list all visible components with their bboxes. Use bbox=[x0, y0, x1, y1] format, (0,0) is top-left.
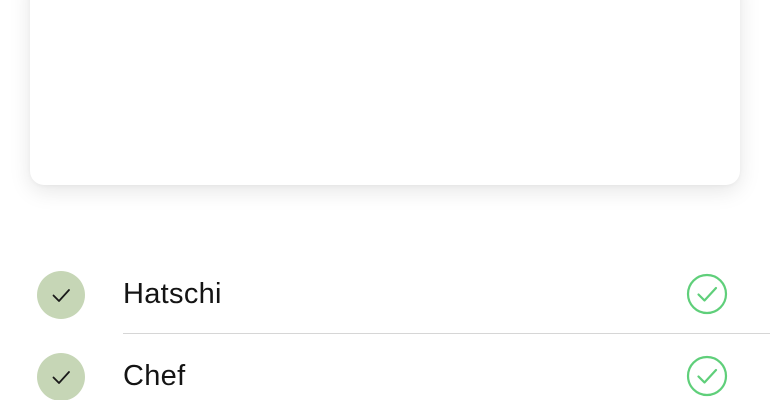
check-circle-icon bbox=[686, 355, 728, 397]
content-card bbox=[30, 0, 740, 185]
list-item[interactable]: Hatschi bbox=[0, 252, 770, 334]
participant-list: Hatschi Chef bbox=[0, 252, 770, 400]
checkmark-icon bbox=[52, 371, 70, 384]
participant-name: Chef bbox=[123, 360, 186, 392]
page: Hatschi Chef bbox=[0, 0, 770, 400]
list-item[interactable]: Chef bbox=[0, 334, 770, 400]
avatar bbox=[37, 353, 85, 400]
participant-name: Hatschi bbox=[123, 278, 222, 310]
checkmark-icon bbox=[52, 289, 70, 302]
check-circle-icon bbox=[686, 273, 728, 315]
avatar bbox=[37, 271, 85, 319]
